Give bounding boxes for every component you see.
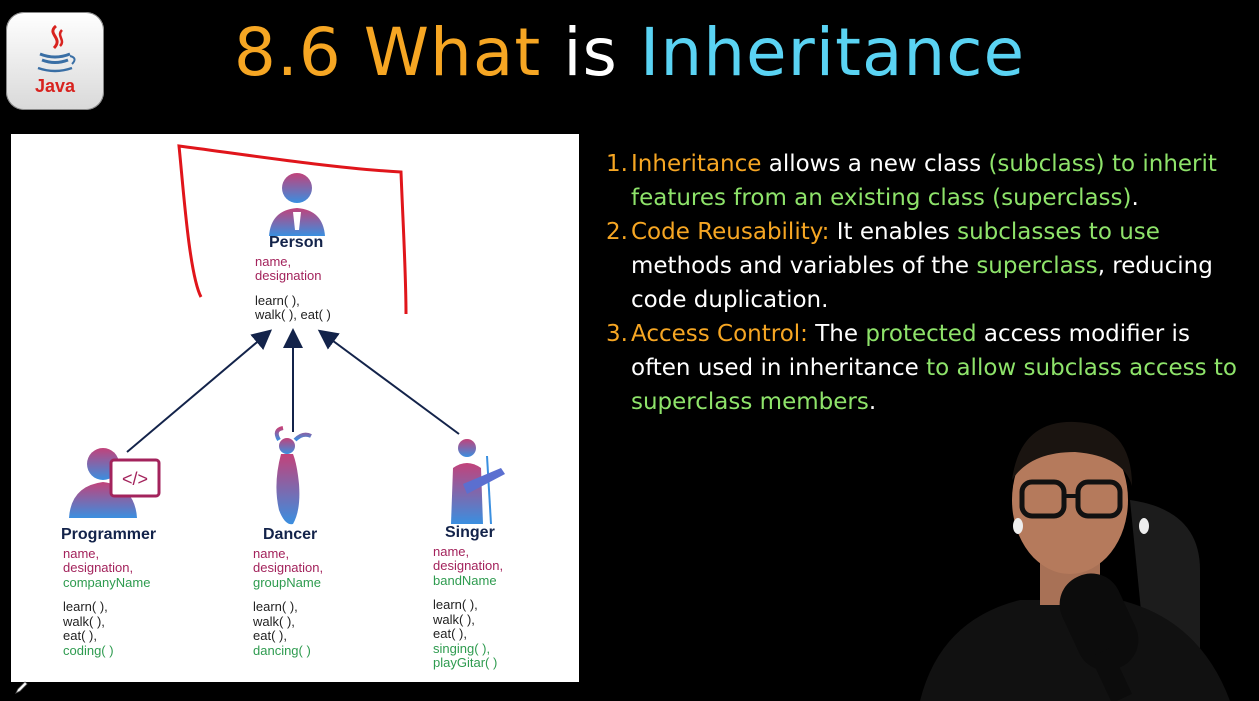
class-dancer: Dancer name, designation, groupName lear… (253, 526, 324, 658)
points-list: 1. Inheritance allows a new class (subcl… (606, 147, 1246, 419)
title-what: What (363, 14, 542, 91)
class-field: name, (63, 545, 100, 561)
point-text: superclass (976, 253, 1098, 279)
earbud-icon (1013, 518, 1023, 534)
class-method: coding( ) (63, 642, 114, 658)
class-programmer: Programmer name, designation, companyNam… (61, 526, 157, 658)
class-field: groupName (253, 574, 321, 590)
inheritance-diagram: </> Person name, designation learn( ), w… (11, 134, 579, 682)
point-text: protected (865, 321, 977, 347)
class-field: name, (433, 543, 470, 559)
class-field: designation, (253, 560, 324, 575)
pen-cursor-icon (15, 681, 28, 694)
class-method: walk( ), (433, 611, 475, 627)
arrow-singer-to-person (317, 329, 460, 435)
point-number: 3. (606, 321, 628, 347)
class-method: walk( ), (253, 613, 295, 629)
class-method: walk( ), eat( ) (255, 307, 331, 322)
class-singer: Singer name, designation, bandName learn… (433, 524, 504, 671)
class-method: eat( ), (433, 626, 467, 641)
point-text: The (807, 321, 866, 347)
point-text: Inheritance (631, 151, 762, 177)
class-field: designation, (433, 558, 504, 573)
code-glyph: </> (122, 469, 148, 489)
class-field: designation (255, 268, 322, 283)
singer-figure-icon (451, 439, 505, 525)
point-text: subclasses to use (957, 219, 1160, 245)
point-number: 2. (606, 219, 628, 245)
class-field: companyName (63, 574, 151, 590)
class-method: playGitar( ) (433, 655, 498, 670)
point-item: 2. Code Reusability: It enables subclass… (606, 215, 1246, 317)
class-field: name, (253, 545, 290, 561)
class-method: learn( ), (253, 599, 298, 614)
point-text: methods and variables of the (631, 253, 977, 279)
earbud-icon (1139, 518, 1149, 534)
class-singer-name: Singer (445, 524, 495, 541)
title-number: 8.6 (233, 14, 342, 91)
point-text: . (868, 389, 877, 415)
class-programmer-name: Programmer (61, 526, 157, 543)
class-method: dancing( ) (253, 642, 311, 658)
dancer-figure-icon (274, 426, 312, 525)
point-item: 1. Inheritance allows a new class (subcl… (606, 147, 1246, 215)
class-method: eat( ), (253, 628, 287, 643)
class-field: designation, (63, 560, 134, 575)
point-number: 1. (606, 151, 628, 177)
page-title: 8.6 What is Inheritance (0, 14, 1259, 91)
programmer-figure-icon: </> (69, 448, 161, 518)
title-is: is (563, 14, 618, 91)
class-field: name, (255, 253, 292, 269)
class-person-name: Person (269, 234, 324, 251)
class-dancer-name: Dancer (263, 526, 318, 543)
class-method: learn( ), (433, 597, 478, 612)
point-text: Code Reusability: (631, 219, 830, 245)
presenter-webcam (920, 421, 1230, 701)
class-method: walk( ), (63, 613, 105, 629)
class-method: learn( ), (255, 292, 300, 308)
point-text: . (1131, 185, 1139, 211)
class-method: eat( ), (63, 628, 97, 643)
class-person: Person name, designation learn( ), walk(… (255, 234, 331, 323)
class-method: singing( ), (433, 640, 491, 656)
point-text: allows a new class (761, 151, 989, 177)
title-inheritance: Inheritance (639, 14, 1026, 91)
point-text: It enables (829, 219, 958, 245)
class-field: bandName (433, 572, 497, 588)
class-method: learn( ), (63, 599, 108, 614)
arrow-programmer-to-person (126, 329, 273, 453)
point-text: Access Control: (631, 321, 808, 347)
person-figure-icon (269, 173, 325, 236)
